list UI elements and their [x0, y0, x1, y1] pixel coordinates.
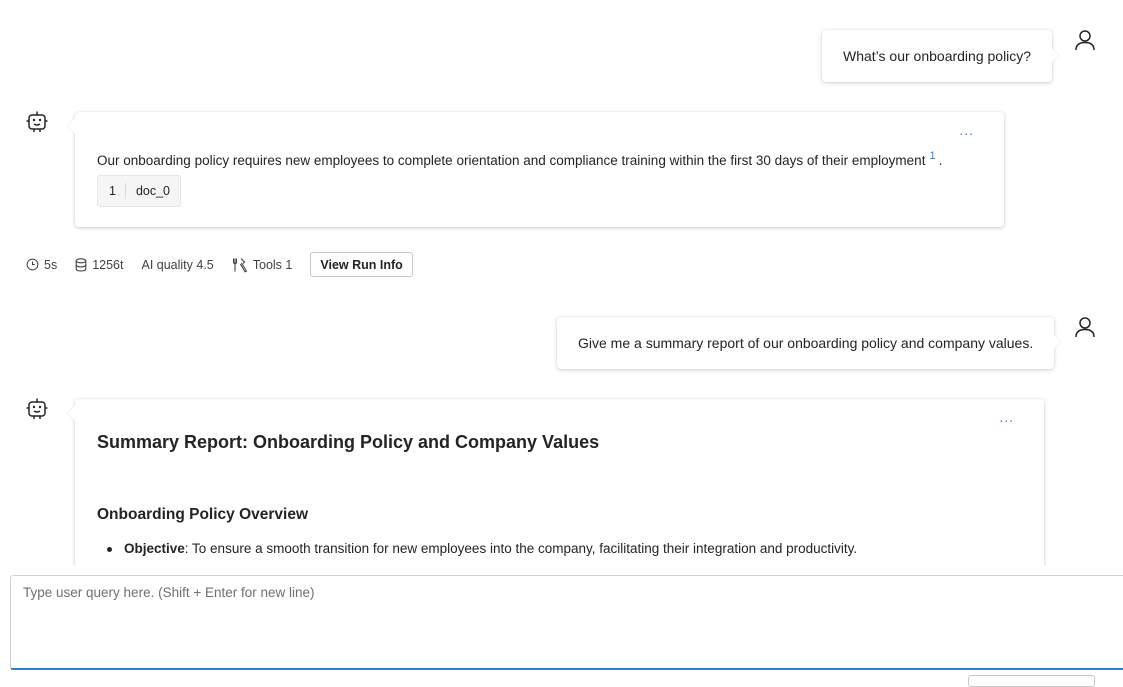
time-stat: 5s [26, 258, 57, 272]
citation-number: 1 [98, 183, 126, 199]
quality-stat: AI quality 4.5 [141, 258, 213, 272]
citation-ref-link[interactable]: 1 [929, 150, 935, 162]
citation-doc-name: doc_0 [135, 184, 171, 198]
user-avatar-icon [1073, 28, 1097, 52]
report-section-heading: Onboarding Policy Overview [97, 506, 309, 523]
more-options-button[interactable]: ... [959, 122, 974, 138]
run-stats-bar: 5s 1256t AI quality 4.5 Tools 1 View Run… [26, 252, 413, 277]
time-value: 5s [44, 257, 58, 272]
bullet-text: : To ensure a smooth transition for new … [184, 541, 858, 556]
user-message-bubble: What’s our onboarding policy? [822, 30, 1053, 82]
citation-chip[interactable]: 1 doc_0 [97, 175, 182, 207]
assistant-message-text: Our onboarding policy requires new emplo… [97, 153, 926, 168]
bullet-dot [107, 546, 112, 552]
clock-icon [26, 258, 39, 271]
assistant-message-bubble: ... Our onboarding policy requires new e… [75, 112, 1004, 227]
tokens-value: 1256t [92, 257, 124, 272]
report-bullet: Objective: To ensure a smooth transition… [107, 541, 857, 556]
send-button[interactable] [968, 675, 1095, 687]
tools-stat: Tools 1 [232, 257, 293, 273]
view-run-info-button[interactable]: View Run Info [310, 252, 413, 277]
bot-avatar-icon [25, 397, 49, 421]
more-options-button[interactable]: ... [999, 409, 1014, 425]
quality-value: AI quality 4.5 [141, 257, 214, 272]
assistant-message-body: Our onboarding policy requires new emplo… [97, 150, 942, 168]
tools-value: Tools 1 [252, 257, 293, 272]
user-avatar-icon [1073, 315, 1097, 339]
bullet-label: Objective [124, 541, 185, 556]
bot-avatar-icon [25, 110, 49, 134]
user-message-text: What’s our onboarding policy? [843, 48, 1032, 64]
assistant-message-bubble: ... Summary Report: Onboarding Policy an… [75, 399, 1044, 566]
tools-icon [232, 257, 248, 273]
sentence-end: . [938, 153, 943, 168]
query-input[interactable] [11, 576, 1123, 668]
user-message-text: Give me a summary report of our onboardi… [578, 335, 1034, 351]
report-title: Summary Report: Onboarding Policy and Co… [97, 432, 600, 452]
database-icon [75, 257, 87, 272]
query-input-container [10, 575, 1123, 670]
tokens-stat: 1256t [75, 258, 123, 272]
user-message-bubble: Give me a summary report of our onboardi… [557, 317, 1055, 369]
chat-transcript: What’s our onboarding policy? ... Our on… [0, 0, 1123, 566]
